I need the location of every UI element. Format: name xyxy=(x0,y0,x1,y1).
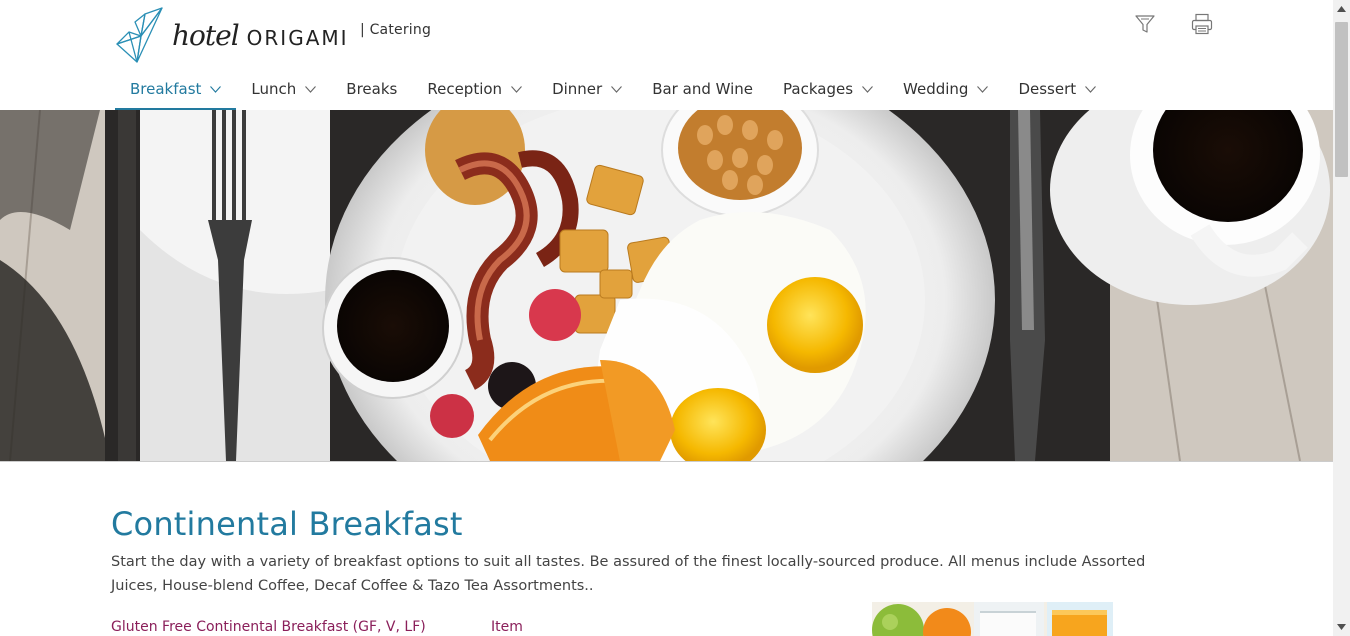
nav-item-dessert[interactable]: Dessert xyxy=(1003,70,1111,111)
chevron-down-icon xyxy=(862,85,873,93)
column-header-item: Item xyxy=(491,619,523,635)
chevron-down-icon xyxy=(210,85,222,93)
logo-origami-text: ORIGAMI xyxy=(246,26,349,50)
menu-item-thumbnail xyxy=(872,602,1113,636)
chevron-down-icon xyxy=(1085,85,1097,93)
nav-item-reception[interactable]: Reception xyxy=(412,70,537,111)
nav-item-bar-and-wine[interactable]: Bar and Wine xyxy=(637,70,768,111)
catering-subtitle: | Catering xyxy=(360,22,432,38)
page-title: Continental Breakfast xyxy=(111,505,463,543)
nav-item-label: Dinner xyxy=(552,80,603,98)
nav-item-dinner[interactable]: Dinner xyxy=(537,70,637,111)
nav-item-label: Wedding xyxy=(903,80,969,98)
site-header: hotel ORIGAMI | Catering Breakfast Lunch xyxy=(0,0,1333,111)
hotel-origami-logo[interactable]: hotel ORIGAMI xyxy=(115,6,347,64)
chevron-down-icon xyxy=(511,85,522,93)
intro-paragraph: Start the day with a variety of breakfas… xyxy=(111,554,1146,594)
logo-hotel-text: hotel xyxy=(172,19,240,52)
nav-item-label: Breaks xyxy=(346,80,398,98)
logo-wordmark: hotel ORIGAMI xyxy=(172,18,349,54)
chevron-down-icon xyxy=(977,85,989,93)
printer-icon[interactable] xyxy=(1190,12,1214,36)
origami-crane-icon xyxy=(116,7,163,63)
chevron-down-icon xyxy=(305,85,317,93)
nav-item-breakfast[interactable]: Breakfast xyxy=(115,70,237,111)
nav-item-label: Reception xyxy=(427,80,503,98)
scroll-down-arrow-icon[interactable] xyxy=(1337,624,1346,630)
chevron-down-icon xyxy=(611,85,623,93)
breakfast-hero-image xyxy=(0,110,1333,462)
nav-item-label: Dessert xyxy=(1018,80,1077,98)
filter-icon[interactable] xyxy=(1133,12,1157,36)
main-nav: Breakfast Lunch Breaks Reception Dinner … xyxy=(115,70,1111,111)
nav-item-breaks[interactable]: Breaks xyxy=(331,70,412,111)
scroll-up-arrow-icon[interactable] xyxy=(1337,6,1346,12)
menu-item-title[interactable]: Gluten Free Continental Breakfast (GF, V… xyxy=(111,619,426,635)
nav-item-label: Breakfast xyxy=(130,80,202,98)
nav-item-wedding[interactable]: Wedding xyxy=(888,70,1003,111)
nav-item-label: Lunch xyxy=(251,80,297,98)
vertical-scrollbar[interactable] xyxy=(1333,0,1350,636)
nav-item-lunch[interactable]: Lunch xyxy=(236,70,331,111)
scrollbar-thumb[interactable] xyxy=(1335,22,1348,177)
nav-item-packages[interactable]: Packages xyxy=(768,70,888,111)
nav-item-label: Bar and Wine xyxy=(652,80,754,98)
main-content: Continental Breakfast Start the day with… xyxy=(111,500,1201,598)
nav-item-label: Packages xyxy=(783,80,854,98)
